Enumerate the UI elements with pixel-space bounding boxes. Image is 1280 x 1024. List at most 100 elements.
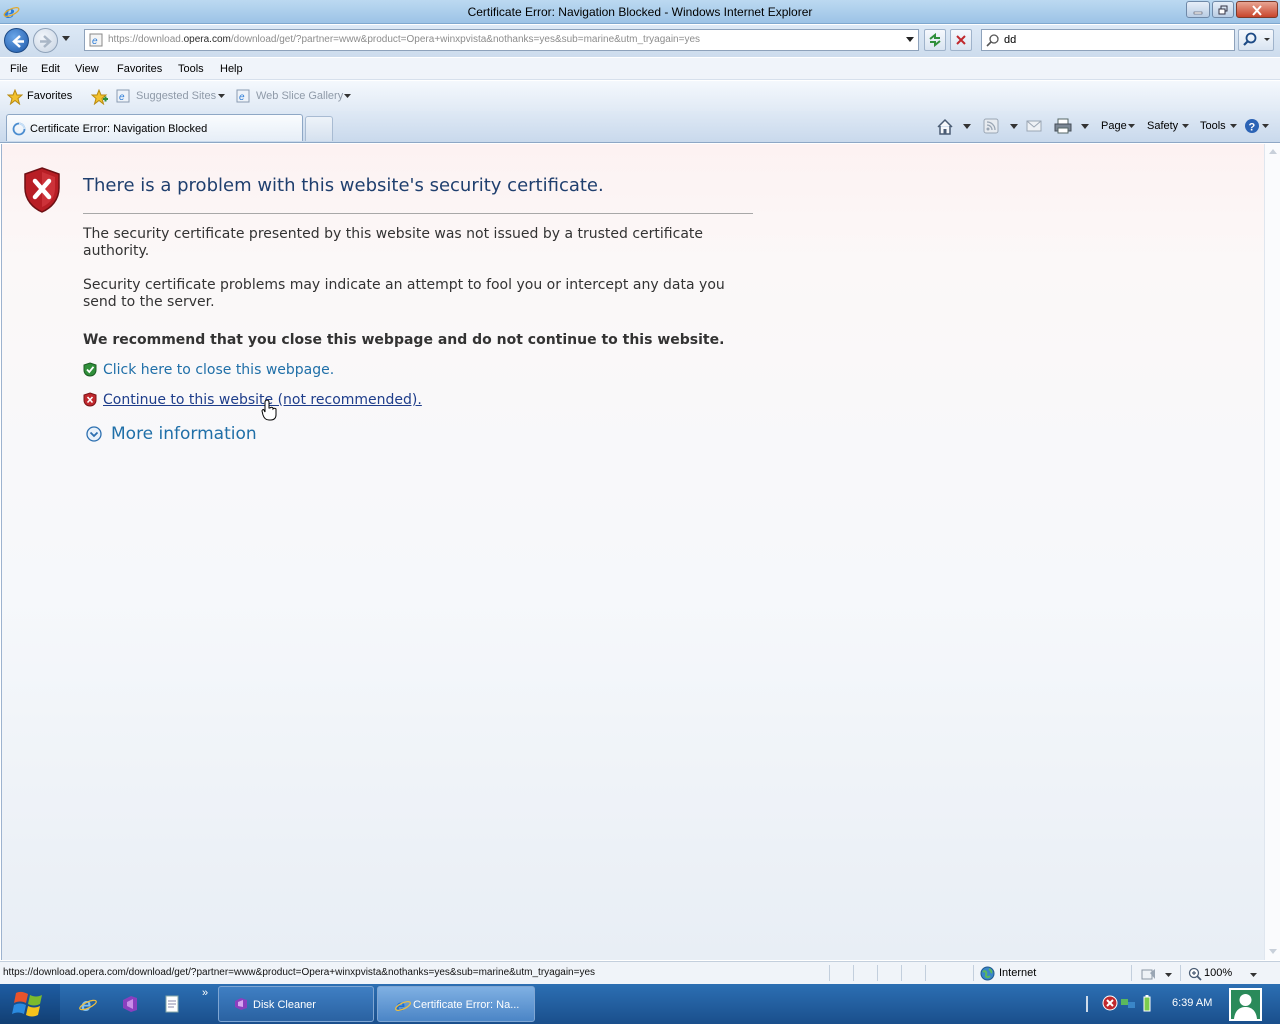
favorites-bar: Favorites e Suggested Sites e Web Slice … (0, 81, 1280, 111)
menu-edit[interactable]: Edit (41, 63, 60, 75)
protected-mode-dropdown-icon[interactable] (1165, 973, 1172, 978)
minimize-button[interactable] (1186, 1, 1210, 18)
recent-pages-dropdown-icon[interactable] (61, 35, 71, 43)
search-input[interactable]: dd (1004, 34, 1016, 46)
back-arrow-icon (12, 35, 24, 48)
taskbar-disk-cleaner-label: Disk Cleaner (253, 999, 316, 1011)
new-tab-button[interactable] (305, 116, 333, 141)
loading-tab-icon (12, 122, 26, 136)
safety-menu-button[interactable]: Safety (1147, 120, 1178, 132)
protected-mode-icon[interactable] (1141, 967, 1157, 981)
refresh-button[interactable] (924, 29, 946, 51)
zoom-dropdown-icon[interactable] (1250, 973, 1257, 978)
ie-taskbar-icon: e (395, 998, 411, 1014)
web-slice-gallery-icon: e (236, 89, 250, 103)
home-dropdown-icon[interactable] (963, 124, 971, 130)
ie-quicklaunch-icon[interactable]: e (78, 994, 98, 1014)
tab-title: Certificate Error: Navigation Blocked (30, 123, 208, 135)
network-tray-icon[interactable] (1120, 995, 1136, 1011)
svg-text:e: e (239, 92, 245, 103)
security-alert-tray-icon[interactable] (1102, 995, 1118, 1011)
address-dropdown-icon[interactable] (906, 37, 914, 43)
scroll-up-arrow-icon[interactable] (1269, 149, 1277, 154)
security-warning-text: Security certificate problems may indica… (83, 277, 725, 310)
help-dropdown-icon[interactable] (1262, 124, 1269, 129)
tools-menu-button[interactable]: Tools (1200, 120, 1226, 132)
green-shield-icon (83, 362, 97, 377)
search-icon (1243, 32, 1270, 46)
battery-tray-icon[interactable] (1142, 994, 1152, 1012)
close-window-button[interactable] (1236, 1, 1278, 18)
status-bar: https://download.opera.com/download/get/… (0, 961, 1280, 984)
print-dropdown-icon[interactable] (1081, 124, 1089, 130)
search-button[interactable] (1238, 29, 1274, 51)
address-url[interactable]: https://download.opera.com/download/get/… (108, 34, 700, 45)
forward-button[interactable] (33, 28, 58, 53)
visual-studio-quicklaunch-icon[interactable] (121, 994, 139, 1014)
back-button[interactable] (4, 28, 29, 53)
print-icon[interactable] (1054, 118, 1072, 134)
disk-cleaner-icon (235, 998, 247, 1010)
internet-zone-icon (980, 966, 995, 981)
user-avatar[interactable] (1229, 988, 1262, 1021)
status-separator (853, 965, 854, 981)
restore-button[interactable] (1212, 1, 1234, 18)
address-bar[interactable]: e https://download.opera.com/download/ge… (84, 29, 919, 51)
feeds-dropdown-icon[interactable] (1010, 124, 1018, 130)
suggested-sites-icon: e (116, 89, 130, 103)
status-separator (1131, 965, 1132, 981)
tab-active[interactable]: Certificate Error: Navigation Blocked (6, 114, 303, 141)
menu-view[interactable]: View (75, 63, 99, 75)
safety-dropdown-icon (1182, 124, 1189, 128)
zoom-level[interactable]: 100% (1204, 967, 1232, 979)
help-icon[interactable]: ? (1244, 118, 1260, 134)
tray-grip-icon (1086, 996, 1088, 1012)
scroll-down-arrow-icon[interactable] (1269, 949, 1277, 954)
zoom-icon[interactable] (1188, 967, 1202, 981)
title-bar: e Certificate Error: Navigation Blocked … (0, 0, 1280, 24)
close-webpage-link[interactable]: Click here to close this webpage. (103, 362, 334, 378)
taskbar: e » Disk Cleaner e Certificate Error: Na… (0, 984, 1280, 1024)
menu-bar: File Edit View Favorites Tools Help (0, 58, 1280, 80)
menu-file[interactable]: File (10, 63, 28, 75)
stop-icon (956, 35, 966, 45)
suggested-sites-link[interactable]: Suggested Sites (136, 90, 216, 102)
home-icon[interactable] (936, 118, 954, 136)
document-quicklaunch-icon[interactable] (164, 994, 180, 1014)
forward-arrow-icon (40, 35, 52, 48)
minimize-icon (1193, 11, 1203, 15)
favorites-button[interactable]: Favorites (27, 90, 72, 102)
red-shield-icon (83, 392, 97, 407)
status-separator (901, 965, 902, 981)
feeds-icon[interactable] (983, 118, 999, 134)
search-provider-icon (986, 34, 999, 47)
taskbar-internet-explorer[interactable]: e Certificate Error: Na... (377, 986, 535, 1022)
web-slice-dropdown-icon[interactable] (344, 94, 351, 99)
menu-help[interactable]: Help (220, 63, 243, 75)
web-slice-gallery-link[interactable]: Web Slice Gallery (256, 90, 343, 102)
search-box[interactable]: dd (981, 29, 1235, 51)
svg-text:e: e (92, 36, 98, 47)
close-icon (1252, 5, 1262, 16)
taskbar-disk-cleaner[interactable]: Disk Cleaner (218, 986, 374, 1022)
vertical-scrollbar[interactable] (1264, 144, 1280, 960)
menu-tools[interactable]: Tools (178, 63, 204, 75)
more-information-link[interactable]: More information (111, 424, 257, 444)
read-mail-icon[interactable] (1026, 118, 1042, 134)
stop-button[interactable] (950, 29, 972, 51)
certificate-explanation: The security certificate presented by th… (83, 226, 703, 259)
divider (83, 213, 753, 214)
taskbar-ie-label: Certificate Error: Na... (413, 999, 520, 1011)
hand-cursor-icon (261, 399, 277, 421)
start-button[interactable] (0, 984, 60, 1024)
suggested-sites-dropdown-icon[interactable] (218, 94, 225, 99)
page-menu-button[interactable]: Page (1101, 120, 1127, 132)
status-url: https://download.opera.com/download/get/… (3, 967, 596, 978)
expand-circle-icon[interactable] (86, 426, 102, 442)
system-clock[interactable]: 6:39 AM (1172, 997, 1212, 1009)
menu-favorites[interactable]: Favorites (117, 63, 162, 75)
quicklaunch-overflow-icon[interactable]: » (202, 987, 208, 999)
add-to-favorites-bar-icon[interactable] (91, 89, 109, 105)
user-silhouette-icon (1234, 994, 1257, 1019)
tools-dropdown-icon (1230, 124, 1237, 128)
